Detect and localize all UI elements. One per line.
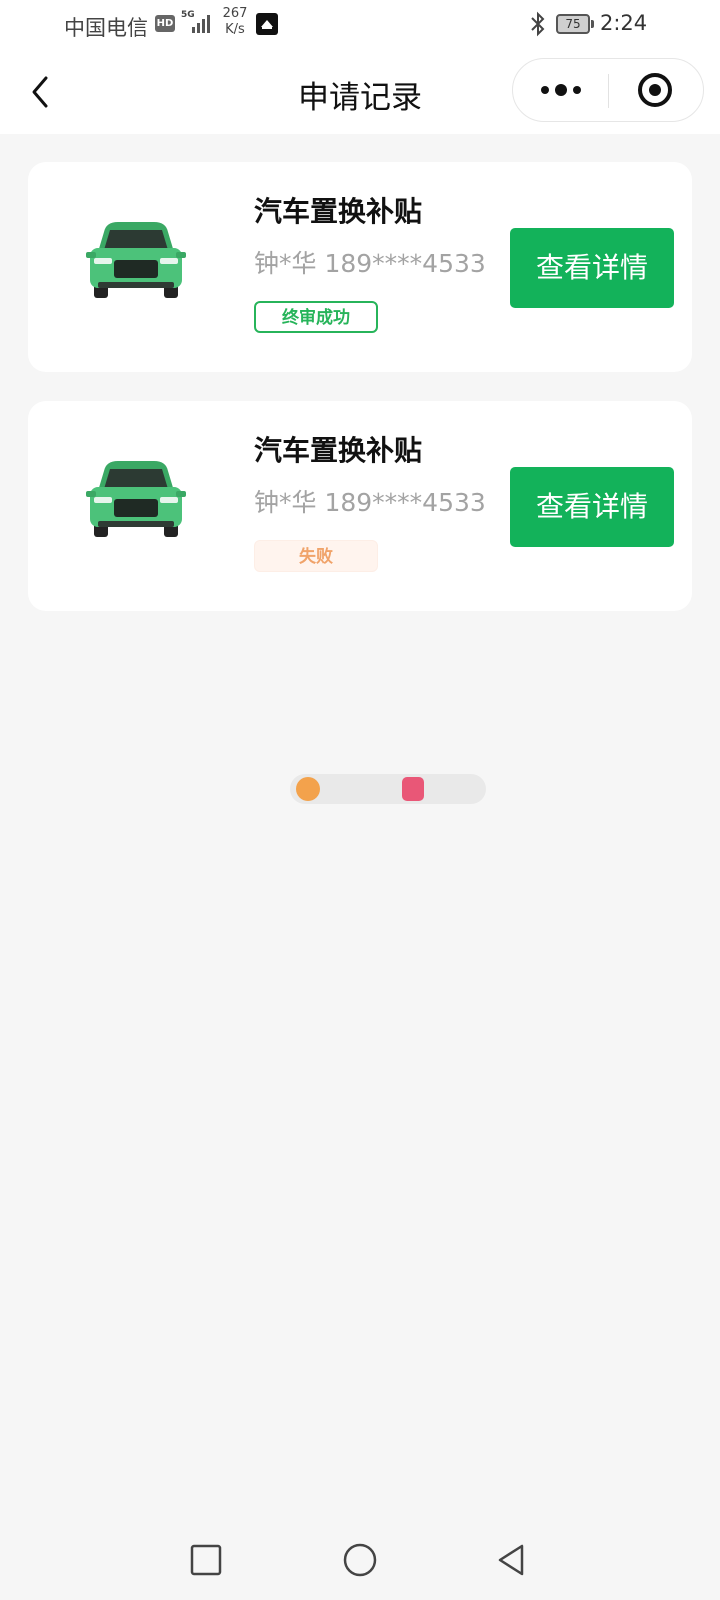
battery-tip-icon (591, 20, 594, 28)
carrier-name: 中国电信 (64, 16, 148, 40)
car-image-icon (86, 461, 186, 537)
network-speed: 267 K/s (220, 6, 250, 38)
record-card: 汽车置换补贴 钟*华 189****4533 终审成功 查看详情 (28, 162, 692, 372)
record-title: 汽车置换补贴 (254, 195, 423, 228)
applicant-info: 钟*华 189****4533 (254, 488, 486, 517)
view-details-button[interactable]: 查看详情 (510, 228, 674, 308)
bluetooth-icon (531, 11, 545, 37)
hd-badge-icon: HD (155, 15, 175, 32)
applicant-info: 钟*华 189****4533 (254, 249, 486, 278)
status-badge: 终审成功 (254, 301, 378, 333)
watermark (290, 774, 486, 804)
status-bar: 中国电信 HD 5G 267 K/s 75 2:24 (0, 0, 720, 50)
record-card: 汽车置换补贴 钟*华 189****4533 失败 查看详情 (28, 401, 692, 611)
battery-icon: 75 (556, 14, 590, 34)
view-details-button[interactable]: 查看详情 (510, 467, 674, 547)
home-icon[interactable] (340, 1540, 380, 1580)
watermark-logo-icon (402, 777, 424, 801)
mini-program-capsule (512, 58, 704, 122)
speed-unit: K/s (225, 22, 245, 37)
record-title: 汽车置换补贴 (254, 434, 423, 467)
back-triangle-icon[interactable] (492, 1540, 532, 1580)
app-notification-icon (256, 13, 278, 35)
clock: 2:24 (600, 11, 648, 35)
speed-value: 267 (222, 6, 248, 21)
signal-bars-icon (192, 13, 214, 33)
system-nav-bar (0, 1520, 720, 1600)
recent-apps-icon[interactable] (186, 1540, 226, 1580)
status-badge: 失败 (254, 540, 378, 572)
nav-bar: 申请记录 (0, 50, 720, 134)
watermark-logo-icon (296, 777, 320, 801)
more-dots-icon[interactable] (513, 59, 609, 121)
target-close-icon[interactable] (609, 59, 705, 121)
car-image-icon (86, 222, 186, 298)
battery-level: 75 (565, 17, 581, 31)
